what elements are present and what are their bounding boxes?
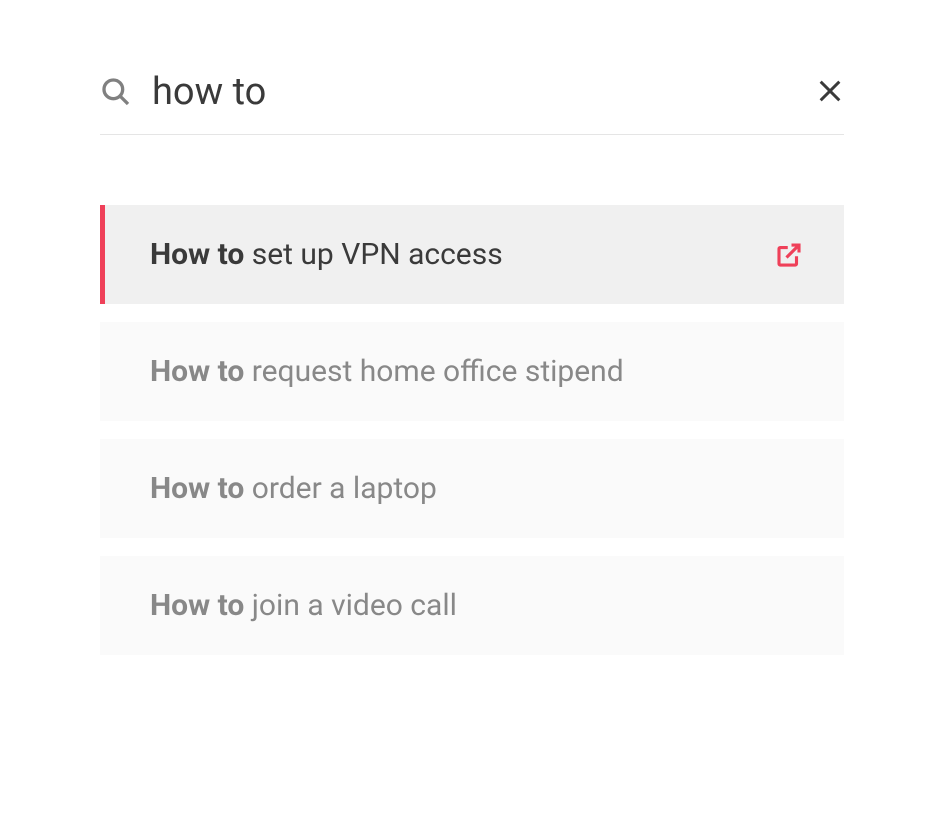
search-result-match: How to bbox=[150, 354, 244, 389]
search-input[interactable] bbox=[152, 70, 796, 114]
search-result-rest: join a video call bbox=[244, 588, 457, 623]
open-in-new-icon[interactable] bbox=[774, 240, 804, 270]
search-bar bbox=[100, 70, 844, 135]
close-icon bbox=[816, 77, 844, 108]
search-result-item[interactable]: How to request home office stipend bbox=[100, 322, 844, 421]
search-result-match: How to bbox=[150, 588, 244, 623]
search-result-item[interactable]: How to join a video call bbox=[100, 556, 844, 655]
search-result-text: How to join a video call bbox=[150, 588, 457, 623]
search-result-text: How to order a laptop bbox=[150, 471, 437, 506]
search-result-match: How to bbox=[150, 471, 244, 506]
search-result-match: How to bbox=[150, 237, 244, 272]
search-result-rest: request home office stipend bbox=[244, 354, 623, 389]
search-result-text: How to request home office stipend bbox=[150, 354, 624, 389]
search-icon bbox=[100, 76, 132, 108]
search-results-list: How to set up VPN accessHow to request h… bbox=[100, 205, 844, 655]
search-result-rest: order a laptop bbox=[244, 471, 437, 506]
clear-search-button[interactable] bbox=[816, 78, 844, 106]
search-result-text: How to set up VPN access bbox=[150, 237, 503, 272]
search-result-item[interactable]: How to order a laptop bbox=[100, 439, 844, 538]
search-result-rest: set up VPN access bbox=[244, 237, 502, 272]
search-result-item[interactable]: How to set up VPN access bbox=[100, 205, 844, 304]
